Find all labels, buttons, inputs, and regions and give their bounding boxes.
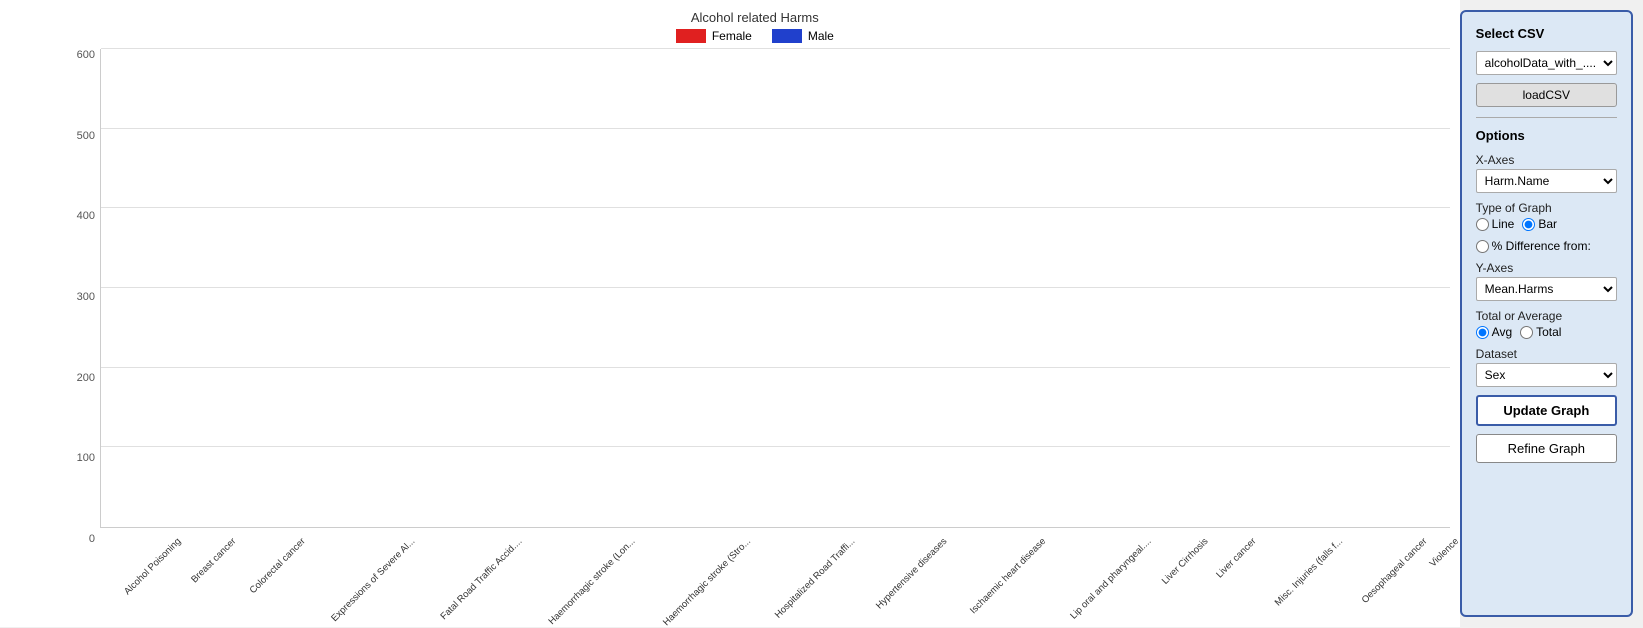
x-label: Hypertensive diseases (874, 536, 949, 611)
radio-line[interactable]: Line (1476, 217, 1515, 231)
bars-row (101, 49, 1450, 527)
bars-area: Alcohol PoisoningBreast cancerColorectal… (100, 49, 1450, 547)
x-label-space: Haemorrhagic stroke (Stro... (626, 532, 741, 547)
y-tick: 600 (60, 49, 95, 61)
legend-male: Male (772, 29, 834, 43)
radio-line-input[interactable] (1476, 218, 1489, 231)
legend-male-label: Male (808, 29, 834, 43)
legend-female-box (676, 29, 706, 43)
chart-area: Alcohol related Harms Female Male 0 100 20… (0, 0, 1460, 627)
chart-legend: Female Male (60, 29, 1450, 43)
y-tick: 0 (60, 533, 95, 545)
y-axes-select[interactable]: Mean.Harms (1476, 277, 1617, 301)
legend-female: Female (676, 29, 752, 43)
x-label: Ischaemic heart disease (968, 536, 1048, 616)
grid-line (101, 128, 1450, 129)
x-label: Fatal Road Traffic Accid.... (438, 536, 524, 622)
y-tick: 400 (60, 210, 95, 222)
divider-1 (1476, 117, 1617, 118)
x-axes-label: X-Axes (1476, 153, 1617, 167)
x-labels: Alcohol PoisoningBreast cancerColorectal… (100, 532, 1450, 547)
update-graph-button[interactable]: Update Graph (1476, 395, 1617, 426)
y-tick: 500 (60, 130, 95, 142)
x-label: Haemorrhagic stroke (Lon... (547, 536, 638, 627)
chart-container: 0 100 200 300 400 500 600 Alcohol PoisoningBre… (60, 49, 1450, 547)
y-axis: 0 100 200 300 400 500 600 (60, 49, 100, 547)
total-or-avg-label: Total or Average (1476, 309, 1617, 323)
x-label: Oesophageal cancer (1359, 536, 1429, 606)
x-label-space: Ischaemic heart disease (938, 532, 1036, 547)
grid-line (101, 287, 1450, 288)
radio-pct[interactable]: % Difference from: (1476, 239, 1591, 253)
total-or-avg-section: Total or Average Avg Total (1476, 309, 1617, 339)
sidebar: Select CSV alcoholData_with_.... loadCSV… (1460, 10, 1633, 617)
x-label: Expressions of Severe Al... (329, 536, 417, 624)
grid-line (101, 48, 1450, 49)
legend-male-box (772, 29, 802, 43)
x-label: Liver cancer (1214, 536, 1258, 580)
x-label-space: Oesophageal cancer (1334, 532, 1418, 547)
radio-avg[interactable]: Avg (1476, 325, 1512, 339)
chart-title: Alcohol related Harms (60, 10, 1450, 25)
avg-total-radio-group: Avg Total (1476, 325, 1617, 339)
radio-total-input[interactable] (1520, 326, 1533, 339)
csv-select[interactable]: alcoholData_with_.... (1476, 51, 1617, 75)
radio-pct-input[interactable] (1476, 240, 1489, 253)
x-label-space: Expressions of Severe Al... (296, 532, 406, 547)
select-csv-title: Select CSV (1476, 26, 1617, 41)
y-tick: 200 (60, 372, 95, 384)
y-axes-section: Y-Axes Mean.Harms (1476, 261, 1617, 301)
grid-line (101, 367, 1450, 368)
x-label-space: Hospitalized Road Traffi... (741, 532, 846, 547)
x-label: Colorectal cancer (248, 536, 308, 596)
x-label: Misc. Injuries (falls f... (1273, 536, 1345, 608)
grid-line (101, 207, 1450, 208)
graph-type-radio-group: Line Bar % Difference from: (1476, 217, 1617, 253)
radio-bar[interactable]: Bar (1522, 217, 1557, 231)
options-title: Options (1476, 128, 1617, 143)
y-axes-label: Y-Axes (1476, 261, 1617, 275)
type-of-graph-section: Type of Graph Line Bar % Difference from… (1476, 201, 1617, 253)
grid-line (101, 446, 1450, 447)
dataset-select[interactable]: Sex (1476, 363, 1617, 387)
refine-graph-button[interactable]: Refine Graph (1476, 434, 1617, 463)
radio-total[interactable]: Total (1520, 325, 1561, 339)
x-label: Alcohol Poisoning (122, 536, 183, 597)
dataset-section: Dataset Sex (1476, 347, 1617, 387)
x-label-space: Hypertensive diseases (846, 532, 938, 547)
x-label: Breast cancer (189, 536, 238, 585)
x-label: Haemorrhagic stroke (Stro... (661, 536, 753, 628)
x-label-space: Fatal Road Traffic Accid.... (406, 532, 513, 547)
bars-grid (100, 49, 1450, 528)
x-label-space: Alcohol Poisoning (100, 532, 172, 547)
type-of-graph-label: Type of Graph (1476, 201, 1617, 215)
x-label: Violence (1428, 536, 1461, 569)
x-label: Lip oral and pharyngeal.... (1068, 536, 1153, 621)
y-tick: 100 (60, 452, 95, 464)
x-axes-section: X-Axes Harm.Name (1476, 153, 1617, 193)
x-axes-select[interactable]: Harm.Name (1476, 169, 1617, 193)
dataset-label: Dataset (1476, 347, 1617, 361)
x-label-space: Lip oral and pharyngeal.... (1036, 532, 1142, 547)
x-label: Hospitalized Road Traffi... (773, 536, 858, 621)
x-label: Liver Cirrhosis (1160, 536, 1211, 587)
radio-avg-input[interactable] (1476, 326, 1489, 339)
legend-female-label: Female (712, 29, 752, 43)
x-label-space: Misc. Injuries (falls f... (1246, 532, 1333, 547)
load-csv-button[interactable]: loadCSV (1476, 83, 1617, 107)
radio-bar-input[interactable] (1522, 218, 1535, 231)
y-tick: 300 (60, 291, 95, 303)
x-label-space: Haemorrhagic stroke (Lon... (512, 532, 626, 547)
